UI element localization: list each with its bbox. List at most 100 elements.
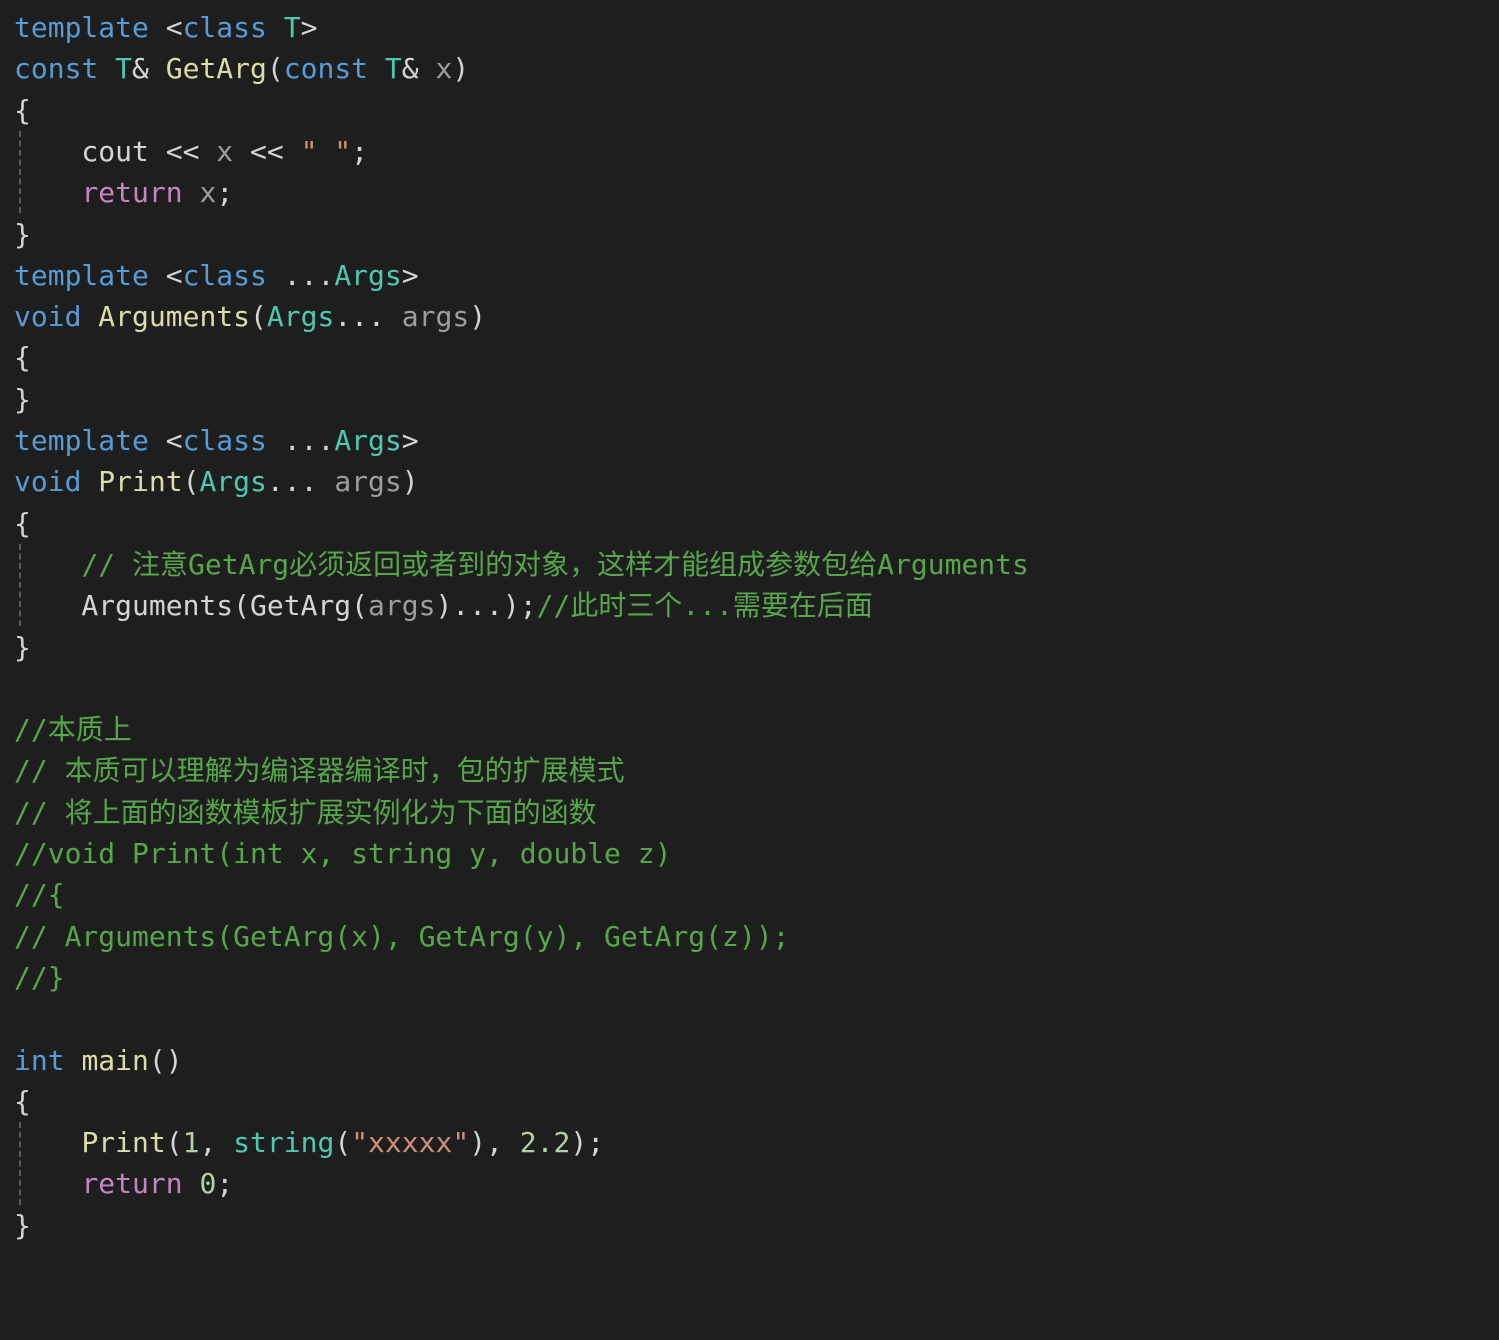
code-token: " " (300, 134, 352, 168)
code-token: return (81, 1167, 183, 1201)
code-token: // Arguments(GetArg(x), GetArg(y), GetAr… (14, 919, 790, 953)
code-token: Args (334, 258, 402, 292)
code-line: const T& GetArg(const T& x) (14, 48, 469, 89)
code-line: { (14, 503, 31, 544)
code-token: Args (266, 300, 335, 334)
code-token: ) (469, 300, 487, 334)
code-line: } (14, 627, 31, 668)
code-token: T (283, 11, 301, 44)
code-line: } (14, 214, 31, 255)
code-token: x (435, 52, 453, 86)
code-line: { (14, 337, 31, 378)
code-token: ( (250, 300, 267, 334)
code-token: ; (351, 134, 369, 168)
code-line: int main() (14, 1040, 183, 1081)
code-editor[interactable]: template <class T> const T& GetArg(const … (0, 0, 1499, 1340)
code-token: Print (98, 465, 183, 499)
code-token: } (14, 217, 31, 251)
code-token: ... (266, 258, 335, 292)
code-line: template <class ...Args> (14, 420, 419, 461)
code-token: const (14, 52, 99, 86)
code-token: ... (266, 424, 335, 457)
code-token: args (334, 465, 402, 499)
code-token: > (401, 258, 419, 292)
indent-guide (19, 1122, 21, 1205)
code-token: class (182, 258, 267, 292)
code-token: x (199, 176, 217, 210)
code-token: template (14, 258, 149, 292)
code-token: } (14, 382, 31, 416)
code-line: return 0; (14, 1163, 233, 1204)
code-line: // 将上面的函数模板扩展实例化为下面的函数 (14, 792, 597, 833)
indent-guide (19, 130, 21, 214)
code-token: ( (165, 1126, 183, 1160)
code-token: //此时三个...需要在后面 (536, 589, 873, 623)
code-line: void Print(Args... args) (14, 461, 419, 502)
code-token: , (199, 1126, 234, 1160)
code-token: ; (216, 1167, 234, 1201)
code-token: ( (266, 52, 284, 86)
code-token: int (14, 1043, 65, 1077)
code-token: //} (14, 960, 65, 994)
code-line: // 注意GetArg必须返回或者到的对象，这样才能组成参数包给Argument… (14, 544, 1029, 585)
code-token: string (233, 1126, 335, 1160)
code-token: // 注意GetArg必须返回或者到的对象，这样才能组成参数包给Argument… (81, 547, 1029, 581)
code-token: 1 (182, 1126, 200, 1160)
code-token: template (14, 424, 149, 457)
code-token: } (14, 1208, 31, 1242)
code-token: main (81, 1043, 149, 1077)
code-line: // 本质可以理解为编译器编译时，包的扩展模式 (14, 750, 625, 791)
code-token: "xxxxx" (351, 1126, 470, 1160)
code-token: Args (334, 424, 402, 457)
code-token: < (148, 424, 183, 457)
code-line: Arguments(GetArg(args)...);//此时三个...需要在后… (14, 585, 873, 626)
code-line: //本质上 (14, 709, 132, 750)
code-token: & (401, 52, 436, 86)
code-token: & (132, 52, 166, 86)
code-token: const (283, 52, 369, 86)
code-line: //void Print(int x, string y, double z) (14, 833, 671, 874)
code-token: template (14, 11, 149, 44)
code-token: args (401, 300, 470, 334)
code-token: ( (182, 465, 200, 499)
code-token: )...); (435, 589, 537, 623)
code-token: < (148, 258, 183, 292)
code-token: class (182, 424, 267, 457)
code-line: { (14, 90, 31, 131)
code-line: cout << x << " "; (14, 131, 368, 172)
code-token: void (14, 300, 82, 334)
code-token: T (115, 52, 133, 86)
code-line: template <class ...Args> (14, 255, 419, 296)
code-token: return (81, 176, 183, 210)
indent-guide (19, 543, 21, 627)
code-token: Arguments (98, 300, 251, 334)
code-token: void (14, 465, 82, 499)
code-token: () (148, 1043, 183, 1077)
code-line: //{ (14, 874, 65, 915)
code-token: < (148, 11, 183, 44)
code-token: Args (199, 465, 267, 499)
code-token: ) (401, 465, 419, 499)
code-token: class (182, 11, 267, 44)
code-token: << (233, 134, 301, 168)
code-token: 0 (199, 1167, 217, 1201)
code-token: T (384, 52, 402, 86)
code-line: // Arguments(GetArg(x), GetArg(y), GetAr… (14, 916, 789, 957)
code-token: ; (216, 176, 234, 210)
code-token: args (368, 589, 436, 623)
code-token: { (14, 1084, 31, 1118)
code-token: // 本质可以理解为编译器编译时，包的扩展模式 (14, 754, 625, 788)
code-line: void Arguments(Args... args) (14, 296, 486, 337)
code-token: GetArg (165, 52, 267, 86)
code-token: } (14, 630, 31, 664)
code-token: { (14, 506, 31, 540)
code-token: ); (570, 1126, 605, 1160)
code-token: > (401, 424, 419, 457)
